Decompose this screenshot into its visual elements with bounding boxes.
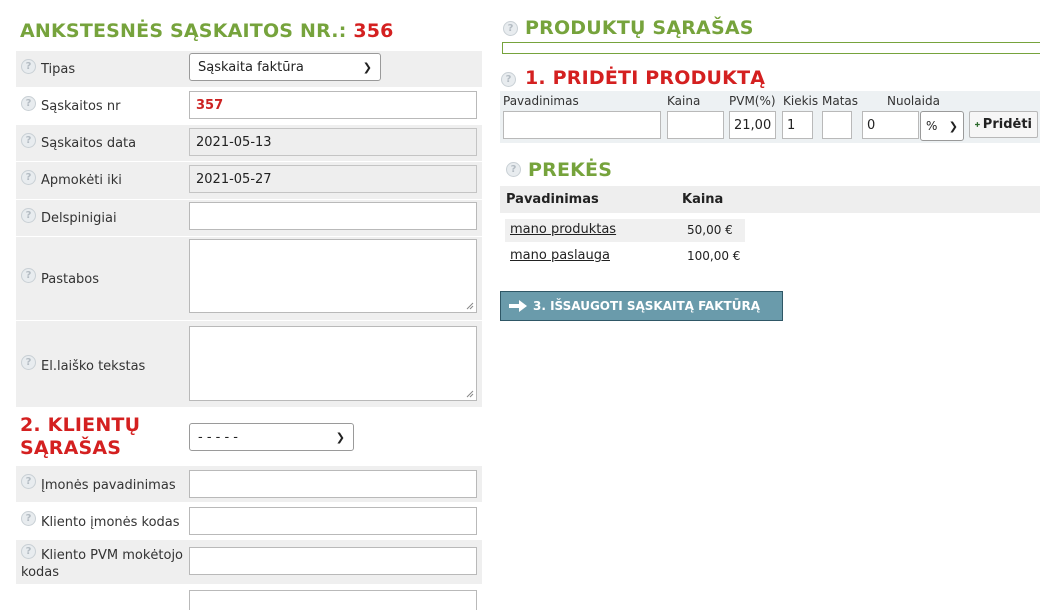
goods-head-price: Kaina [682, 192, 724, 207]
clients-select-value: - - - - - [198, 429, 238, 445]
kliento-imones-kodas-label: Kliento įmonės kodas [41, 515, 180, 530]
product-discount-input[interactable]: 0 [862, 111, 919, 139]
help-icon[interactable]: ? [21, 59, 36, 74]
chevron-down-icon: ❯ [362, 60, 372, 74]
tipas-label: Tipas [41, 62, 76, 77]
pastabos-label: Pastabos [41, 272, 100, 287]
discount-type-select[interactable]: % ❯ [920, 111, 964, 141]
invoice-title: ANKSTESNĖS SĄSKAITOS NR.: 356 [20, 20, 394, 42]
goods-item-link-2[interactable]: mano paslauga [510, 248, 610, 263]
kliento-pvm-input[interactable] [189, 547, 477, 575]
saskaitos-nr-label: Sąskaitos nr [41, 99, 121, 114]
el-laisko-tekstas-label: El.laiško tekstas [41, 359, 146, 374]
goods-item-price-2: 100,00 € [687, 249, 741, 263]
goods-item-price-1: 50,00 € [687, 223, 733, 237]
el-laisko-tekstas-textarea[interactable] [189, 326, 477, 401]
invoice-title-text: ANKSTESNĖS SĄSKAITOS NR.: [20, 20, 347, 42]
help-icon[interactable]: ? [21, 511, 36, 526]
clients-title: 2. KLIENTŲ SĄRAŠAS [20, 414, 140, 460]
col-unit-label: Matas [822, 94, 859, 108]
next-client-input[interactable] [189, 590, 477, 610]
delspinigiai-label: Delspinigiai [41, 211, 117, 226]
products-bar [502, 42, 1040, 54]
help-icon[interactable]: ? [21, 208, 36, 223]
help-icon[interactable]: ? [21, 133, 36, 148]
plus-icon [975, 122, 980, 127]
help-icon[interactable]: ? [21, 355, 36, 370]
kliento-pvm-label-line2: kodas [21, 565, 60, 580]
apmoketi-iki-label: Apmokėti iki [41, 173, 122, 188]
product-price-input[interactable] [667, 111, 724, 139]
help-icon[interactable]: ? [501, 72, 516, 87]
col-name-label: Pavadinimas [503, 94, 579, 108]
help-icon[interactable]: ? [503, 21, 518, 36]
help-icon[interactable]: ? [21, 544, 36, 559]
product-qty-input[interactable]: 1 [782, 111, 813, 139]
col-price-label: Kaina [667, 94, 701, 108]
chevron-down-icon: ❯ [948, 119, 958, 133]
kliento-pvm-label-line1: Kliento PVM mokėtojo [41, 548, 184, 563]
help-icon[interactable]: ? [21, 170, 36, 185]
imones-pavadinimas-input[interactable] [189, 470, 477, 498]
resize-handle-icon[interactable] [465, 389, 474, 398]
help-icon[interactable]: ? [506, 162, 521, 177]
help-icon[interactable]: ? [21, 474, 36, 489]
product-unit-input[interactable] [822, 111, 852, 139]
imones-pavadinimas-label: Įmonės pavadinimas [41, 478, 176, 493]
save-invoice-button-label: 3. IŠSAUGOTI SĄSKAITĄ FAKTŪRĄ [533, 299, 760, 313]
tipas-select[interactable]: Sąskaita faktūra ❯ [189, 53, 381, 81]
saskaitos-nr-input[interactable]: 357 [189, 91, 477, 119]
col-qty-label: Kiekis [783, 94, 819, 108]
save-invoice-button[interactable]: 3. IŠSAUGOTI SĄSKAITĄ FAKTŪRĄ [500, 291, 783, 321]
pastabos-textarea[interactable] [189, 239, 477, 313]
clients-select[interactable]: - - - - - ❯ [189, 423, 354, 451]
arrow-right-icon [509, 300, 527, 312]
tipas-select-value: Sąskaita faktūra [198, 59, 304, 75]
resize-handle-icon[interactable] [465, 301, 474, 310]
add-product-button[interactable]: Pridėti [969, 111, 1038, 138]
goods-item-link-1[interactable]: mano produktas [510, 222, 616, 237]
col-vat-label: PVM(%) [729, 94, 776, 108]
delspinigiai-input[interactable] [189, 202, 477, 230]
help-icon[interactable]: ? [21, 96, 36, 111]
product-name-input[interactable] [503, 111, 661, 139]
help-icon[interactable]: ? [21, 268, 36, 283]
goods-head-name: Pavadinimas [506, 192, 599, 207]
col-discount-label: Nuolaida [887, 94, 940, 108]
apmoketi-iki-input[interactable]: 2021-05-27 [189, 165, 477, 193]
saskaitos-data-label: Sąskaitos data [41, 136, 137, 151]
saskaitos-data-input[interactable]: 2021-05-13 [189, 128, 477, 156]
invoice-title-number: 356 [353, 20, 394, 42]
add-product-title: 1. PRIDĖTI PRODUKTĄ [525, 67, 766, 89]
product-vat-input[interactable]: 21,00 [729, 111, 776, 139]
products-title: PRODUKTŲ SĄRAŠAS [525, 17, 754, 39]
chevron-down-icon: ❯ [335, 430, 345, 444]
discount-type-value: % [926, 119, 938, 133]
kliento-imones-kodas-input[interactable] [189, 507, 477, 535]
clients-title-line2: SĄRAŠAS [20, 437, 122, 459]
clients-title-line1: 2. KLIENTŲ [20, 414, 141, 436]
add-product-button-label: Pridėti [982, 117, 1032, 132]
goods-title: PREKĖS [528, 159, 613, 181]
